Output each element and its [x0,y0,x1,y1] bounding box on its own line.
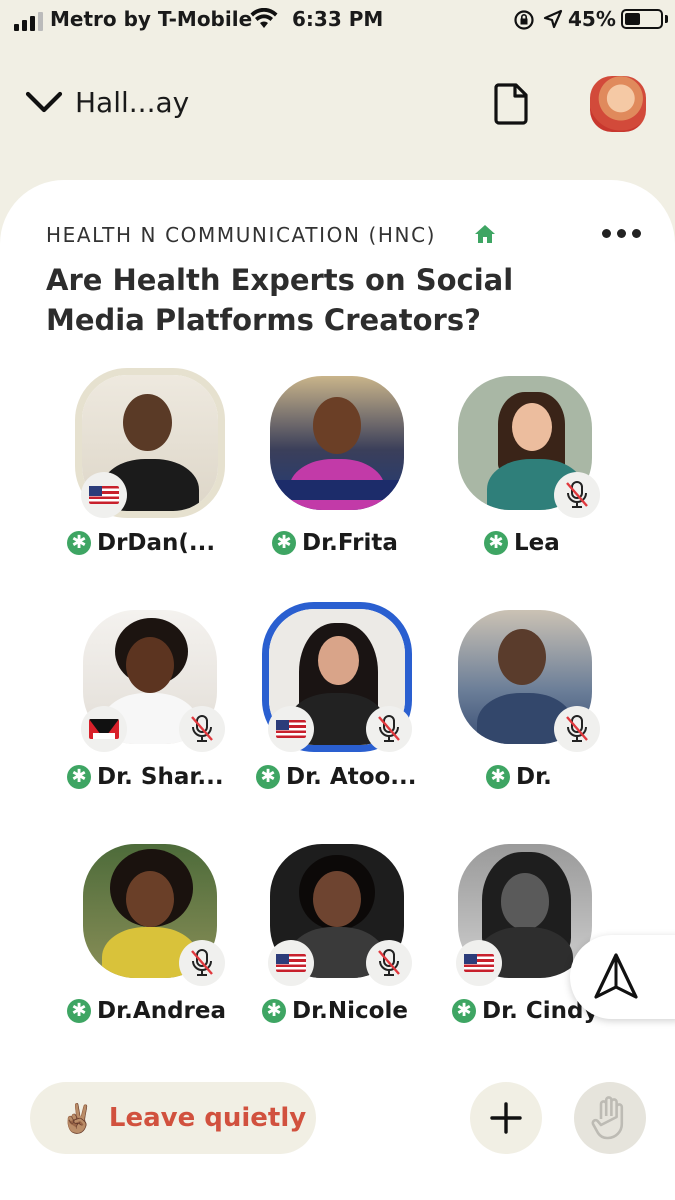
muted-mic-icon [366,940,412,986]
speaker-label: Lea [514,530,560,556]
peace-hand-icon: ✌🏽 [60,1101,95,1135]
speaker-tile[interactable]: ✱ DrDan(... [67,368,225,568]
flag-badge [81,472,127,518]
us-flag-icon [276,720,306,738]
speaker-tile[interactable]: ✱ Dr.Frita [262,368,412,568]
club-name[interactable]: HEALTH N COMMUNICATION (HNC) [46,223,436,247]
leave-quietly-button[interactable]: ✌🏽 Leave quietly [30,1082,316,1154]
profile-avatar[interactable] [590,76,646,132]
muted-mic-icon [554,706,600,752]
us-flag-icon [276,954,306,972]
speaker-tile[interactable]: ✱ Dr.Nicole [262,836,412,1036]
rotation-lock-icon [514,10,534,30]
share-button[interactable] [570,935,675,1019]
moderator-icon: ✱ [486,765,510,789]
speaker-tile[interactable]: ✱ Dr. [450,602,600,802]
chevron-down-icon[interactable] [24,88,64,116]
signal-icon [14,12,43,31]
speaker-label: Dr.Frita [302,530,398,556]
speaker-tile[interactable]: ✱ Dr. Cindy [450,836,600,1036]
moderator-icon: ✱ [256,765,280,789]
leave-quietly-label: Leave quietly [108,1103,307,1133]
raise-hand-icon [591,1096,624,1140]
flag-badge [456,940,502,986]
speaker-label: Dr.Andrea [97,998,226,1024]
moderator-icon: ✱ [452,999,476,1023]
battery-level-fill [625,13,640,25]
room-title: Are Health Experts on Social Media Platf… [46,263,514,337]
speaker-name: ✱ Dr. Atoo... [256,764,456,790]
speaker-name: ✱ Lea [484,530,675,556]
raise-hand-button[interactable] [574,1082,646,1154]
muted-mic-icon [554,472,600,518]
speaker-name: ✱ Dr.Nicole [262,998,462,1024]
plus-icon [490,1102,522,1134]
clock: 6:33 PM [292,7,384,31]
document-icon[interactable] [492,82,530,126]
us-flag-icon [464,954,494,972]
speaker-name: ✱ Dr.Andrea [67,998,267,1024]
speaker-tile[interactable]: ✱ Lea [450,368,600,568]
moderator-icon: ✱ [67,765,91,789]
status-bar: Metro by T-Mobile 6:33 PM 45% [0,0,675,40]
battery-icon [621,9,663,29]
speaker-name: ✱ Dr.Frita [272,530,472,556]
us-flag-icon [89,486,119,504]
muted-mic-icon [179,706,225,752]
speaker-name: ✱ Dr. Shar... [67,764,267,790]
speaker-label: Dr. Atoo... [286,764,417,790]
muted-mic-icon [366,706,412,752]
location-icon [543,9,563,29]
speaker-label: Dr. [516,764,552,790]
moderator-icon: ✱ [67,531,91,555]
flag-badge [81,706,127,752]
speaker-label: Dr.Nicole [292,998,408,1024]
send-icon [594,953,638,999]
flag-badge [268,706,314,752]
battery-percent: 45% [568,7,616,31]
home-icon [475,225,495,243]
speaker-name: ✱ DrDan(... [67,530,267,556]
moderator-icon: ✱ [67,999,91,1023]
moderator-icon: ✱ [272,531,296,555]
avatar[interactable] [270,376,404,510]
antigua-flag-icon [89,719,119,739]
flag-badge [268,940,314,986]
speaker-tile[interactable]: ✱ Dr. Shar... [67,602,225,802]
speaker-tile[interactable]: ✱ Dr. Atoo... [256,602,417,802]
speaker-tile[interactable]: ✱ Dr.Andrea [67,836,226,1036]
wifi-icon [250,8,278,28]
moderator-icon: ✱ [484,531,508,555]
speaker-label: Dr. Shar... [97,764,224,790]
muted-mic-icon [179,940,225,986]
add-button[interactable] [470,1082,542,1154]
battery-cap [665,15,668,23]
speaker-name: ✱ Dr. [486,764,675,790]
carrier-label: Metro by T-Mobile [50,7,253,31]
more-options-icon[interactable] [602,229,641,238]
moderator-icon: ✱ [262,999,286,1023]
hallway-back-label[interactable]: Hall...ay [75,86,189,119]
speaker-label: DrDan(... [97,530,216,556]
